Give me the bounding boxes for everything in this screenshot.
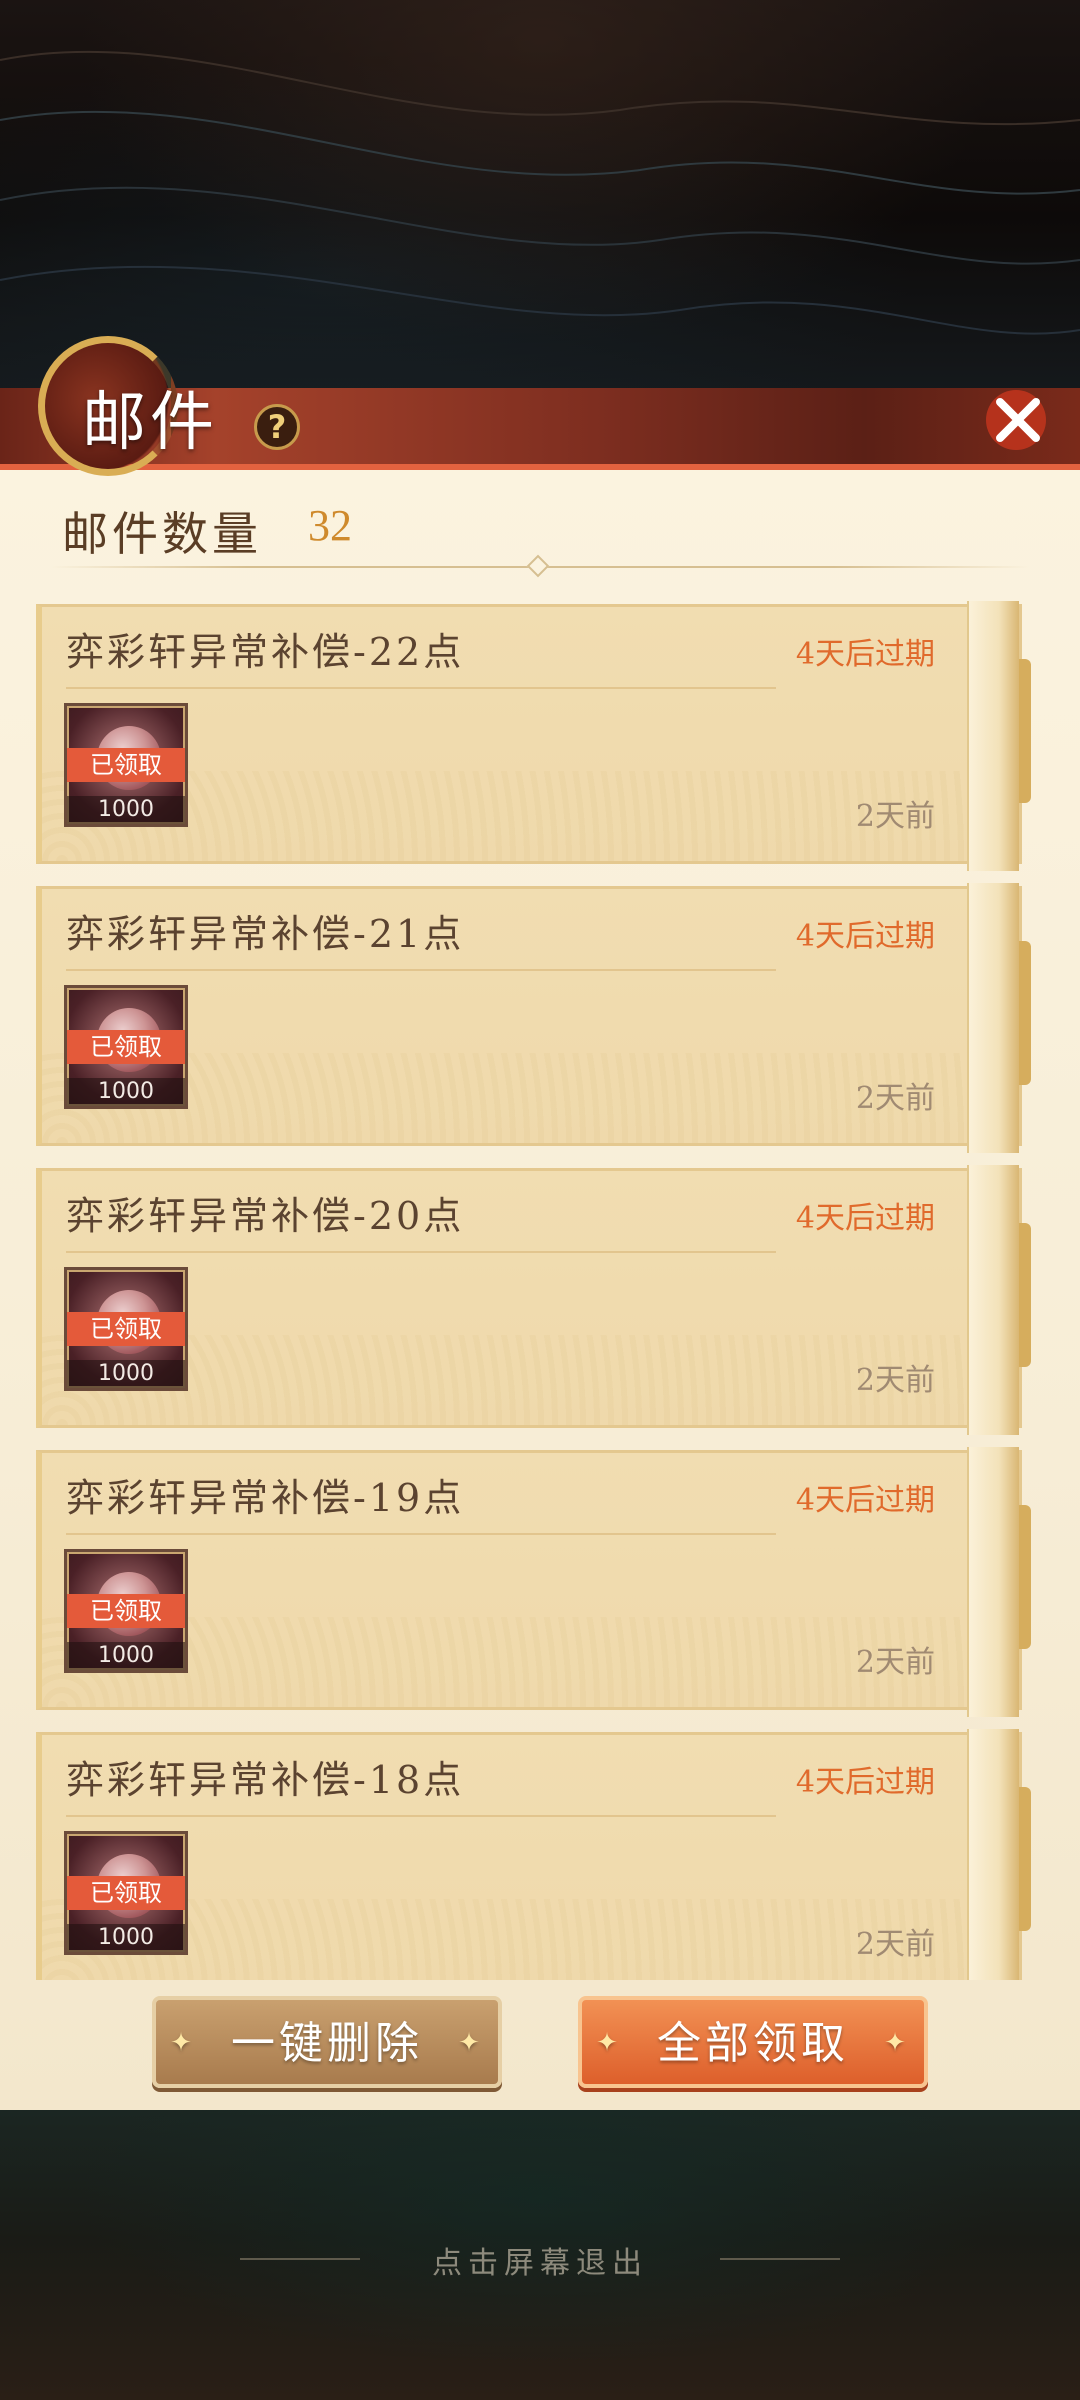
mail-time: 2天前 — [855, 1081, 935, 1116]
mail-count-label: 邮件数量 — [62, 507, 262, 561]
mail-count-value: 32 — [308, 501, 352, 550]
mail-title: 弈彩轩异常补偿-19点 — [66, 1476, 465, 1520]
mail-divider — [66, 1251, 776, 1253]
mail-expire: 4天后过期 — [795, 919, 935, 954]
mail-title: 弈彩轩异常补偿-20点 — [66, 1194, 465, 1238]
item-quantity: 1000 — [67, 1642, 185, 1670]
claimed-badge: 已领取 — [67, 748, 185, 782]
sparkle-icon: ✦ — [170, 2028, 196, 2058]
mail-title: 弈彩轩异常补偿-21点 — [66, 912, 465, 956]
mail-divider — [66, 1533, 776, 1535]
mail-item[interactable]: 弈彩轩异常补偿-22点 4天后过期 已领取 1000 2天前 — [36, 601, 1031, 871]
mail-item[interactable]: 弈彩轩异常补偿-19点 4天后过期 已领取 1000 2天前 — [36, 1447, 1031, 1717]
claimed-badge: 已领取 — [67, 1312, 185, 1346]
mail-expire: 4天后过期 — [795, 1483, 935, 1518]
mail-time: 2天前 — [855, 1645, 935, 1680]
mail-time: 2天前 — [855, 1363, 935, 1398]
exit-hint[interactable]: 点击屏幕退出 — [0, 2238, 1080, 2282]
mail-item[interactable]: 弈彩轩异常补偿-20点 4天后过期 已领取 1000 2天前 — [36, 1165, 1031, 1435]
close-icon[interactable] — [980, 380, 1060, 460]
mail-item[interactable]: 弈彩轩异常补偿-21点 4天后过期 已领取 1000 2天前 — [36, 883, 1031, 1153]
mail-list[interactable]: 弈彩轩异常补偿-22点 4天后过期 已领取 1000 2天前 弈彩轩异常补偿-2… — [36, 600, 1036, 1980]
mail-title: 弈彩轩异常补偿-22点 — [66, 630, 465, 674]
claim-all-button[interactable]: ✦ 全部领取 ✦ — [578, 1996, 928, 2088]
page-title: 邮件 — [82, 386, 218, 460]
mail-divider — [66, 1815, 776, 1817]
item-quantity: 1000 — [67, 1078, 185, 1106]
reward-item-icon[interactable]: 已领取 1000 — [64, 1267, 188, 1391]
background-top — [0, 0, 1080, 395]
reward-item-icon[interactable]: 已领取 1000 — [64, 1549, 188, 1673]
sparkle-icon: ✦ — [884, 2028, 910, 2058]
card-fold-decoration — [967, 1729, 1031, 1980]
claimed-badge: 已领取 — [67, 1876, 185, 1910]
mail-expire: 4天后过期 — [795, 1765, 935, 1800]
mail-screen: 邮件 ? 邮件数量 32 弈彩轩异常补偿-22点 4天后过期 已领取 1000 … — [0, 0, 1080, 2400]
sparkle-icon: ✦ — [596, 2028, 622, 2058]
reward-item-icon[interactable]: 已领取 1000 — [64, 1831, 188, 1955]
card-fold-decoration — [967, 883, 1031, 1153]
mail-divider — [66, 969, 776, 971]
claim-all-label: 全部领取 — [657, 2018, 849, 2069]
mail-time: 2天前 — [855, 1927, 935, 1962]
mail-title: 弈彩轩异常补偿-18点 — [66, 1758, 465, 1802]
item-quantity: 1000 — [67, 1360, 185, 1388]
card-fold-decoration — [967, 601, 1031, 871]
mail-time: 2天前 — [855, 799, 935, 834]
claimed-badge: 已领取 — [67, 1030, 185, 1064]
card-fold-decoration — [967, 1165, 1031, 1435]
claimed-badge: 已领取 — [67, 1594, 185, 1628]
mail-divider — [66, 687, 776, 689]
mail-expire: 4天后过期 — [795, 1201, 935, 1236]
delete-all-button[interactable]: ✦ 一键删除 ✦ — [152, 1996, 502, 2088]
mail-expire: 4天后过期 — [795, 637, 935, 672]
sparkle-icon: ✦ — [458, 2028, 484, 2058]
card-fold-decoration — [967, 1447, 1031, 1717]
delete-all-label: 一键删除 — [231, 2018, 423, 2069]
mail-item[interactable]: 弈彩轩异常补偿-18点 4天后过期 已领取 1000 2天前 — [36, 1729, 1031, 1980]
background-wave-lines — [0, 50, 1080, 335]
item-quantity: 1000 — [67, 1924, 185, 1952]
reward-item-icon[interactable]: 已领取 1000 — [64, 985, 188, 1109]
reward-item-icon[interactable]: 已领取 1000 — [64, 703, 188, 827]
question-mark-icon[interactable]: ? — [254, 404, 300, 450]
item-quantity: 1000 — [67, 796, 185, 824]
